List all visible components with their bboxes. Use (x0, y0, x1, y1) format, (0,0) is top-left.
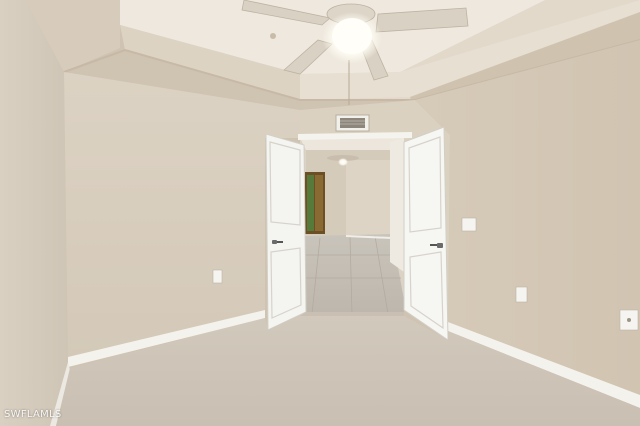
light-switch (461, 217, 477, 232)
right-door (403, 126, 449, 341)
outlet (212, 269, 223, 284)
distant-window (307, 175, 314, 231)
room-illustration (0, 0, 640, 426)
smoke-detector (270, 33, 276, 39)
photo-watermark: SWFLAMLS (4, 409, 62, 420)
door-handle (437, 243, 443, 248)
left-door (265, 133, 307, 331)
left-wall (0, 0, 68, 426)
hallway-view (300, 136, 404, 316)
outlet (515, 286, 528, 303)
air-vent (335, 114, 370, 132)
room-photo: SWFLAMLS (0, 0, 640, 426)
door-handle (272, 240, 277, 244)
